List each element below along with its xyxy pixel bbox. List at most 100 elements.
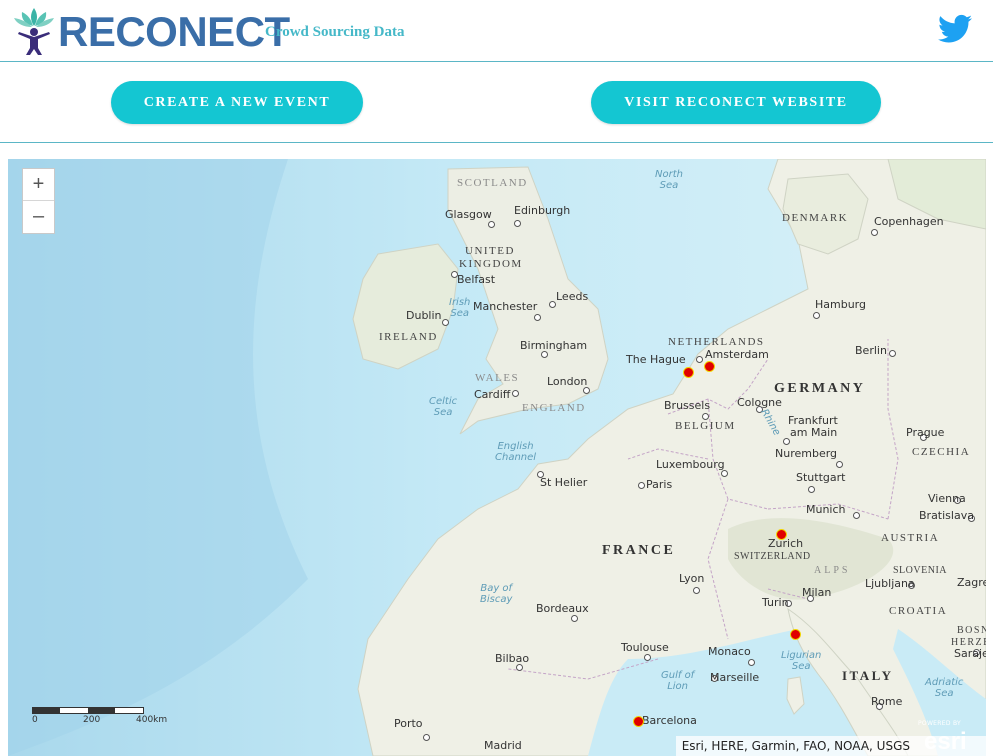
label-denmark: DENMARK xyxy=(782,212,849,224)
city-zurich: Zurich xyxy=(768,537,804,550)
tagline: Crowd Sourcing Data xyxy=(265,24,405,40)
water-ligurian-sea: Ligurian Sea xyxy=(781,650,822,672)
city-luxembourg: Luxembourg xyxy=(656,458,725,471)
label-wales: WALES xyxy=(475,372,520,384)
scale-mid: 200 xyxy=(83,715,101,725)
city-paris: Paris xyxy=(646,478,673,491)
zoom-in-button[interactable]: + xyxy=(23,169,54,201)
label-germany: GERMANY xyxy=(774,381,866,396)
city-birmingham: Birmingham xyxy=(520,339,588,352)
city-dot xyxy=(638,482,645,489)
city-dot xyxy=(516,664,523,671)
city-amsterdam: Amsterdam xyxy=(705,348,769,361)
water-adriatic-sea: Adriatic Sea xyxy=(925,677,964,699)
city-berlin: Berlin xyxy=(855,344,887,357)
city-marseille: Marseille xyxy=(710,671,760,684)
city-hamburg: Hamburg xyxy=(815,298,866,311)
city-rome: Rome xyxy=(871,695,903,708)
water-irish-sea: Irish Sea xyxy=(449,297,471,319)
city-bilbao: Bilbao xyxy=(495,652,530,665)
city-dot xyxy=(583,387,590,394)
label-austria: AUSTRIA xyxy=(881,532,940,544)
zoom-control: + – xyxy=(22,168,55,234)
scale-line xyxy=(32,707,144,714)
city-vienna: Vienna xyxy=(928,492,966,505)
lotus-person-icon[interactable] xyxy=(12,6,56,56)
city-the-hague: The Hague xyxy=(626,353,686,366)
app-header: RECONECT Crowd Sourcing Data xyxy=(0,0,993,62)
water-bay-biscay: Bay of Biscay xyxy=(480,583,513,605)
city-dot xyxy=(423,734,430,741)
water-celtic-sea: Celtic Sea xyxy=(429,396,458,418)
event-marker-the-hague[interactable] xyxy=(683,367,694,378)
event-marker-amsterdam[interactable] xyxy=(704,361,715,372)
esri-powered-by: POWERED BY xyxy=(918,720,962,727)
city-bordeaux: Bordeaux xyxy=(536,602,589,615)
city-st-helier: St Helier xyxy=(540,476,588,489)
city-toulouse: Toulouse xyxy=(621,641,669,654)
label-scotland: SCOTLAND xyxy=(457,177,528,189)
label-czechia: CZECHIA xyxy=(912,446,971,458)
city-dot xyxy=(871,229,878,236)
zoom-out-button[interactable]: – xyxy=(23,201,54,232)
label-croatia: CROATIA xyxy=(889,605,948,617)
city-london: London xyxy=(547,375,588,388)
city-dot xyxy=(644,654,651,661)
city-zagreb: Zagre xyxy=(957,576,986,589)
label-ireland: IRELAND xyxy=(379,331,438,343)
city-dot xyxy=(702,413,709,420)
city-copenhagen: Copenhagen xyxy=(874,215,944,228)
city-ljubljana: Ljubljana xyxy=(865,577,915,590)
city-cologne: Cologne xyxy=(737,396,782,409)
city-dot xyxy=(696,356,703,363)
city-nuremberg: Nuremberg xyxy=(775,447,838,460)
water-north-sea: North Sea xyxy=(655,169,683,191)
label-netherlands: NETHERLANDS xyxy=(668,336,765,348)
city-dot xyxy=(571,615,578,622)
label-uk-2: KINGDOM xyxy=(459,258,523,270)
visit-website-button[interactable]: VISIT RECONECT WEBSITE xyxy=(591,81,881,124)
event-marker-barcelona[interactable] xyxy=(633,716,644,727)
city-dot xyxy=(442,319,449,326)
city-dot xyxy=(783,438,790,445)
water-gulf-lion: Gulf of Lion xyxy=(661,670,695,692)
city-dot xyxy=(693,587,700,594)
city-dot xyxy=(721,470,728,477)
event-marker-zurich[interactable] xyxy=(776,529,787,540)
label-slovenia: SLOVENIA xyxy=(893,565,947,576)
city-dot xyxy=(549,301,556,308)
create-event-button[interactable]: CREATE A NEW EVENT xyxy=(111,81,363,124)
city-dot xyxy=(534,314,541,321)
city-dot xyxy=(853,512,860,519)
city-belfast: Belfast xyxy=(457,273,496,286)
city-dot xyxy=(512,390,519,397)
city-dot xyxy=(813,312,820,319)
esri-logo[interactable]: POWERED BY esri xyxy=(918,720,980,755)
scale-end: 400km xyxy=(136,715,168,725)
city-leeds: Leeds xyxy=(556,290,589,303)
city-porto: Porto xyxy=(394,717,423,730)
city-stuttgart: Stuttgart xyxy=(796,471,846,484)
city-dot xyxy=(488,221,495,228)
city-lyon: Lyon xyxy=(679,572,705,585)
city-barcelona: Barcelona xyxy=(642,714,697,727)
twitter-bird-icon[interactable] xyxy=(938,14,972,44)
city-cardiff: Cardiff xyxy=(474,388,511,401)
city-dot xyxy=(514,220,521,227)
city-monaco: Monaco xyxy=(708,645,751,658)
city-edinburgh: Edinburgh xyxy=(514,204,571,217)
esri-wordmark: esri xyxy=(924,728,967,755)
city-dublin: Dublin xyxy=(406,309,442,322)
city-milan: Milan xyxy=(802,586,832,599)
event-map[interactable]: + – SCOTLAND UNITED KINGDOM IRELAND WALE… xyxy=(8,159,986,756)
city-brussels: Brussels xyxy=(664,399,711,412)
city-madrid: Madrid xyxy=(484,739,522,752)
label-alps: ALPS xyxy=(814,565,851,576)
city-dot xyxy=(889,350,896,357)
scale-zero: 0 xyxy=(32,715,38,725)
brand-name[interactable]: RECONECT xyxy=(58,8,290,56)
city-munich: Munich xyxy=(806,503,846,516)
event-marker-genoa[interactable] xyxy=(790,629,801,640)
city-dot xyxy=(748,659,755,666)
water-english-channel: English Channel xyxy=(495,441,537,463)
